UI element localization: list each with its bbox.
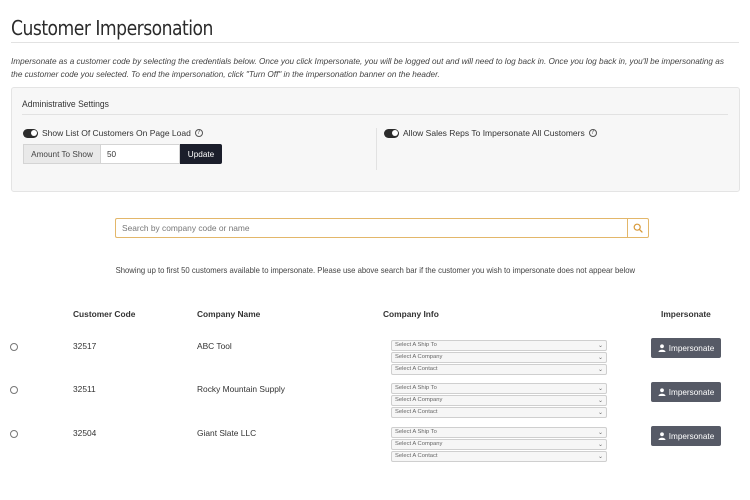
allow-sales-reps-label: Allow Sales Reps To Impersonate All Cust… [403,128,585,138]
impersonate-button[interactable]: Impersonate [651,338,721,358]
company-name: ABC Tool [197,341,232,351]
contact-select-value: Select A Contact [395,366,438,372]
showing-note: Showing up to first 50 customers availab… [0,265,750,275]
select-customer-radio[interactable] [10,386,18,394]
company-select[interactable]: Select A Company ⌄ [391,352,607,363]
page-title: Customer Impersonation [11,16,213,40]
chevron-down-icon: ⌄ [597,453,603,460]
header-impersonate: Impersonate [661,309,711,319]
header-company-info: Company Info [383,309,439,319]
company-select[interactable]: Select A Company ⌄ [391,395,607,406]
ship-to-select[interactable]: Select A Ship To ⌄ [391,340,607,351]
contact-select[interactable]: Select A Contact ⌄ [391,364,607,375]
impersonate-button-label: Impersonate [668,343,715,353]
contact-select[interactable]: Select A Contact ⌄ [391,407,607,418]
chevron-down-icon: ⌄ [597,385,603,392]
chevron-down-icon: ⌄ [597,354,603,361]
search-input[interactable] [115,218,627,238]
select-customer-radio[interactable] [10,343,18,351]
ship-to-select-value: Select A Ship To [395,385,437,391]
select-customer-radio[interactable] [10,430,18,438]
contact-select-value: Select A Contact [395,453,438,459]
admin-settings-title: Administrative Settings [22,99,109,110]
chevron-down-icon: ⌄ [597,397,603,404]
update-button[interactable]: Update [180,144,222,164]
company-select-value: Select A Company [395,397,443,403]
chevron-down-icon: ⌄ [597,429,603,436]
customer-row: 32511 Rocky Mountain Supply Select A Shi… [0,382,750,427]
show-list-toggle[interactable] [23,128,38,138]
showing-note-text: Showing up to first 50 customers availab… [115,265,635,275]
header-company-name: Company Name [197,309,261,319]
search-button[interactable] [627,218,649,238]
impersonate-button-label: Impersonate [668,387,715,397]
help-icon[interactable]: ? [588,129,597,137]
title-divider [11,42,739,43]
column-divider [376,128,377,170]
chevron-down-icon: ⌄ [597,342,603,349]
chevron-down-icon: ⌄ [597,409,603,416]
company-select-value: Select A Company [395,354,443,360]
customer-row: 32504 Giant Slate LLC Select A Ship To ⌄ … [0,426,750,471]
user-icon [658,432,666,440]
company-name: Rocky Mountain Supply [197,384,285,394]
customer-code: 32511 [73,384,96,394]
amount-to-show-group: Amount To Show Update [23,144,222,164]
amount-to-show-input[interactable] [100,144,180,164]
customer-code: 32504 [73,428,97,438]
admin-settings-divider [22,114,728,115]
customer-code: 32517 [73,341,97,351]
company-name: Giant Slate LLC [197,428,257,438]
allow-sales-reps-toggle[interactable] [384,128,399,138]
user-icon [658,344,666,352]
customer-row: 32517 ABC Tool Select A Ship To ⌄ Select … [0,338,750,384]
customer-search [115,218,649,238]
ship-to-select-value: Select A Ship To [395,342,437,348]
intro-text: Impersonate as a customer code by select… [11,57,724,79]
search-icon [633,223,643,233]
header-customer-code: Customer Code [73,309,136,319]
help-icon[interactable]: ? [194,129,203,137]
user-icon [658,388,666,396]
admin-settings-panel: Administrative Settings Show List Of Cus… [11,87,740,192]
impersonate-button[interactable]: Impersonate [651,426,721,446]
impersonate-button[interactable]: Impersonate [651,382,721,402]
contact-select[interactable]: Select A Contact ⌄ [391,451,607,462]
amount-to-show-label: Amount To Show [23,144,100,164]
show-list-label: Show List Of Customers On Page Load [42,128,191,138]
company-select[interactable]: Select A Company ⌄ [391,439,607,450]
impersonate-button-label: Impersonate [668,431,715,441]
chevron-down-icon: ⌄ [597,366,603,373]
allow-sales-reps-setting: Allow Sales Reps To Impersonate All Cust… [384,128,597,138]
show-list-setting: Show List Of Customers On Page Load ? [23,128,203,138]
ship-to-select[interactable]: Select A Ship To ⌄ [391,383,607,394]
ship-to-select-value: Select A Ship To [395,429,437,435]
ship-to-select[interactable]: Select A Ship To ⌄ [391,427,607,438]
company-select-value: Select A Company [395,441,443,447]
chevron-down-icon: ⌄ [597,441,603,448]
contact-select-value: Select A Contact [395,409,438,415]
